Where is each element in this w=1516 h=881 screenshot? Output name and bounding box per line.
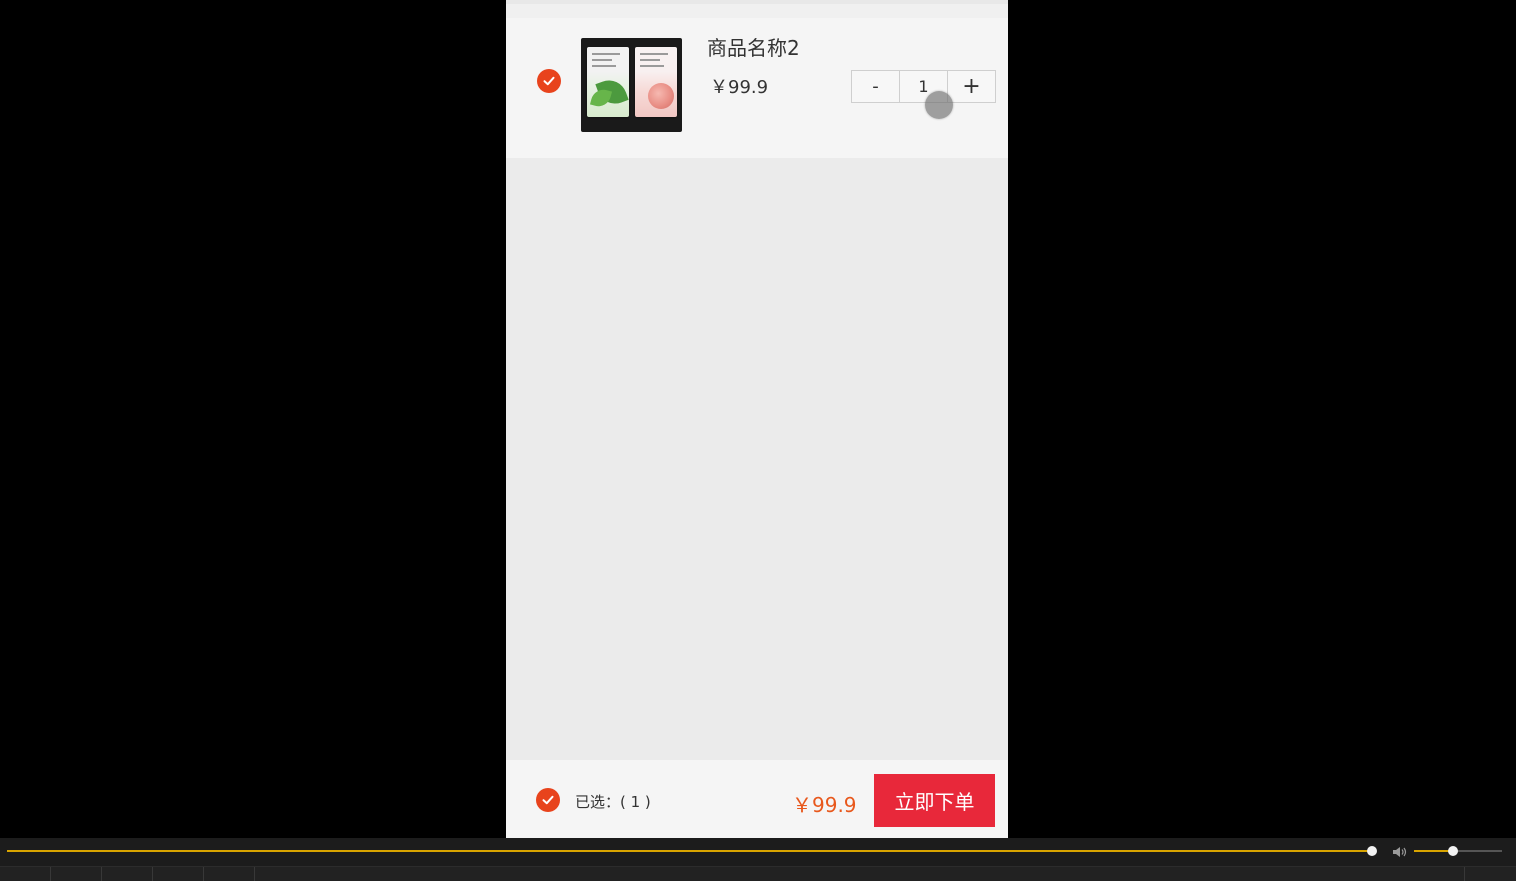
cart-footer: 已选：( 1 ) ￥99.9 立即下单 <box>506 760 1008 838</box>
touch-indicator <box>925 91 953 119</box>
control-slot[interactable] <box>153 867 204 881</box>
place-order-button[interactable]: 立即下单 <box>874 774 995 827</box>
phone-screen: 商品名称2 ￥99.9 - 1 + 已选：( 1 ) ￥99.9 立即下单 <box>506 0 1008 838</box>
control-divider <box>1464 867 1465 881</box>
selected-count: 已选：( 1 ) <box>575 793 651 811</box>
select-all-check-icon[interactable] <box>536 788 560 812</box>
progress-bar[interactable] <box>7 850 1372 852</box>
item-check-icon[interactable] <box>537 69 561 93</box>
volume-icon[interactable] <box>1392 844 1408 858</box>
total-price: ￥99.9 <box>792 793 857 817</box>
control-slot[interactable] <box>204 867 255 881</box>
top-gap <box>506 4 1008 18</box>
product-thumbnail[interactable] <box>581 38 682 132</box>
player-controls-strip <box>0 866 1516 881</box>
progress-knob[interactable] <box>1367 846 1377 856</box>
control-slot[interactable] <box>102 867 153 881</box>
cart-item: 商品名称2 ￥99.9 - 1 + <box>506 18 1008 158</box>
quantity-stepper: - 1 + <box>851 70 996 103</box>
increase-button[interactable]: + <box>948 71 995 102</box>
product-price: ￥99.9 <box>710 77 769 98</box>
control-slot[interactable] <box>0 867 51 881</box>
control-slot[interactable] <box>51 867 102 881</box>
product-name: 商品名称2 <box>707 36 800 60</box>
product-pack-pink <box>635 47 677 117</box>
video-player-bar <box>0 838 1516 881</box>
volume-knob[interactable] <box>1448 846 1458 856</box>
decrease-button[interactable]: - <box>852 71 900 102</box>
product-pack-green <box>587 47 629 117</box>
